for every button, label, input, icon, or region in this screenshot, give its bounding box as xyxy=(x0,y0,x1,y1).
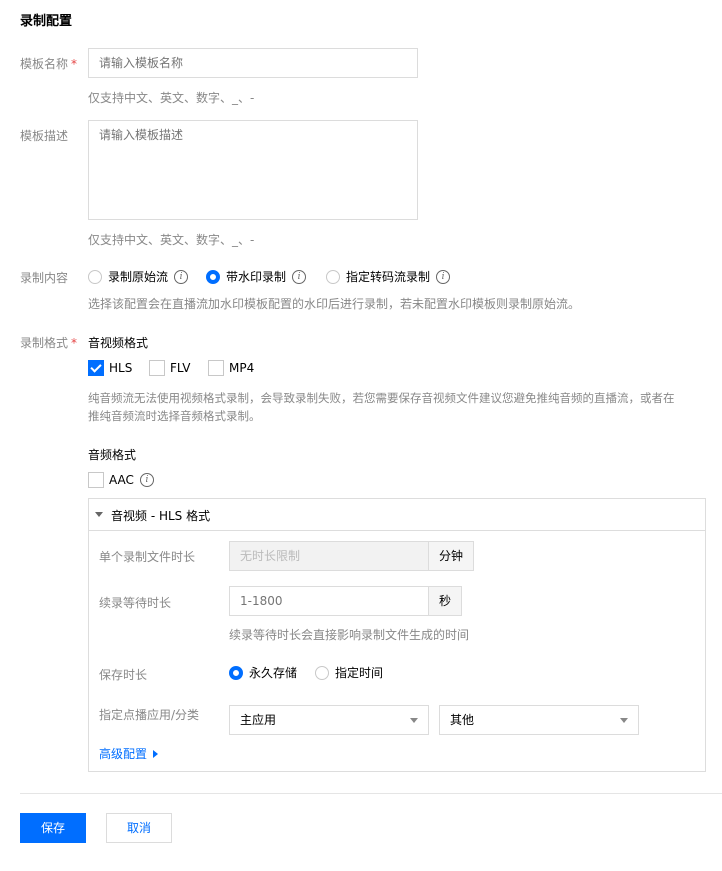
required-mark: * xyxy=(71,336,78,350)
template-name-hint: 仅支持中文、英文、数字、_、- xyxy=(88,91,255,105)
info-icon[interactable]: i xyxy=(436,269,451,284)
record-format-label: 录制格式 * xyxy=(20,336,78,350)
checkbox-aac[interactable]: AAC i xyxy=(88,472,154,488)
file-duration-label: 单个录制文件时长 xyxy=(99,550,196,564)
info-icon[interactable]: i xyxy=(139,473,154,487)
av-format-hint-line2: 推纯音频流时选择音频格式录制。 xyxy=(88,409,261,423)
checkbox-unchecked xyxy=(208,360,224,376)
vod-category-select[interactable]: 其他 xyxy=(439,705,639,735)
radio-label: 永久存储 xyxy=(249,666,298,680)
radio-circle xyxy=(315,665,329,680)
radio-circle xyxy=(88,269,102,284)
radio-record-watermark[interactable]: 带水印录制 i xyxy=(206,268,307,285)
checkbox-label: FLV xyxy=(170,361,191,375)
checkbox-mp4[interactable]: MP4 xyxy=(208,360,254,376)
footer-divider xyxy=(20,793,722,794)
checkbox-label: AAC xyxy=(109,473,134,487)
vod-category-value: 其他 xyxy=(450,713,475,727)
av-format-title: 音视频格式 xyxy=(88,336,149,350)
continue-wait-hint: 续录等待时长会直接影响录制文件生成的时间 xyxy=(229,628,470,642)
cancel-button[interactable]: 取消 xyxy=(106,813,172,843)
radio-record-transcode[interactable]: 指定转码流录制 i xyxy=(326,268,451,285)
chevron-down-icon xyxy=(620,718,628,723)
record-content-hint: 选择该配置会在直播流加水印模板配置的水印后进行录制，若未配置水印模板则录制原始流… xyxy=(88,297,581,311)
file-duration-unit: 分钟 xyxy=(429,541,474,571)
radio-circle-selected xyxy=(206,269,220,284)
template-desc-hint: 仅支持中文、英文、数字、_、- xyxy=(88,233,255,247)
info-icon[interactable]: i xyxy=(174,269,189,284)
vod-app-value: 主应用 xyxy=(240,713,277,727)
file-duration-input[interactable]: 无时长限制 xyxy=(229,541,429,571)
radio-circle xyxy=(326,269,340,284)
checkbox-unchecked xyxy=(88,472,104,488)
radio-retention-permanent[interactable]: 永久存储 xyxy=(229,664,297,681)
radio-record-original[interactable]: 录制原始流 i xyxy=(88,268,189,285)
continue-wait-unit: 秒 xyxy=(429,586,462,616)
advanced-config-link[interactable]: 高级配置 xyxy=(99,745,159,762)
page-title: 录制配置 xyxy=(20,14,73,29)
retention-label: 保存时长 xyxy=(99,668,148,682)
checkbox-hls[interactable]: HLS xyxy=(88,360,132,376)
checkbox-unchecked xyxy=(149,360,165,376)
save-button[interactable]: 保存 xyxy=(20,813,86,843)
radio-label: 指定时间 xyxy=(335,666,384,680)
hls-panel-title: 音视频 - HLS 格式 xyxy=(111,509,211,523)
radio-circle-selected xyxy=(229,665,243,680)
hls-panel-header[interactable]: 音视频 - HLS 格式 xyxy=(89,499,705,531)
radio-label: 指定转码流录制 xyxy=(346,270,431,284)
template-name-label: 模板名称 * xyxy=(20,57,78,71)
required-mark: * xyxy=(71,57,78,71)
template-desc-label: 模板描述 xyxy=(20,129,69,143)
info-icon[interactable]: i xyxy=(292,269,307,284)
chevron-right-icon xyxy=(153,749,159,758)
chevron-down-icon xyxy=(410,718,418,723)
vod-app-label: 指定点播应用/分类 xyxy=(99,708,200,722)
record-content-label: 录制内容 xyxy=(20,271,69,285)
checkbox-label: HLS xyxy=(109,361,133,375)
advanced-config-label: 高级配置 xyxy=(99,747,148,761)
hls-config-panel: 音视频 - HLS 格式 单个录制文件时长 无时长限制 分钟 续录等待时长 秒 … xyxy=(88,498,706,772)
continue-wait-label: 续录等待时长 xyxy=(99,596,172,610)
collapse-icon[interactable] xyxy=(95,512,103,517)
continue-wait-input[interactable] xyxy=(229,586,429,616)
template-name-input[interactable] xyxy=(88,48,418,78)
vod-app-select[interactable]: 主应用 xyxy=(229,705,429,735)
radio-label: 带水印录制 xyxy=(226,270,287,284)
radio-retention-specified[interactable]: 指定时间 xyxy=(315,664,383,681)
audio-format-title: 音频格式 xyxy=(88,448,137,462)
template-desc-textarea[interactable] xyxy=(88,120,418,220)
checkbox-checked xyxy=(88,360,104,376)
av-format-hint-line1: 纯音频流无法使用视频格式录制，会导致录制失败，若您需要保存音视频文件建议您避免推… xyxy=(88,391,675,405)
checkbox-flv[interactable]: FLV xyxy=(149,360,190,376)
radio-label: 录制原始流 xyxy=(108,270,169,284)
checkbox-label: MP4 xyxy=(229,361,255,375)
